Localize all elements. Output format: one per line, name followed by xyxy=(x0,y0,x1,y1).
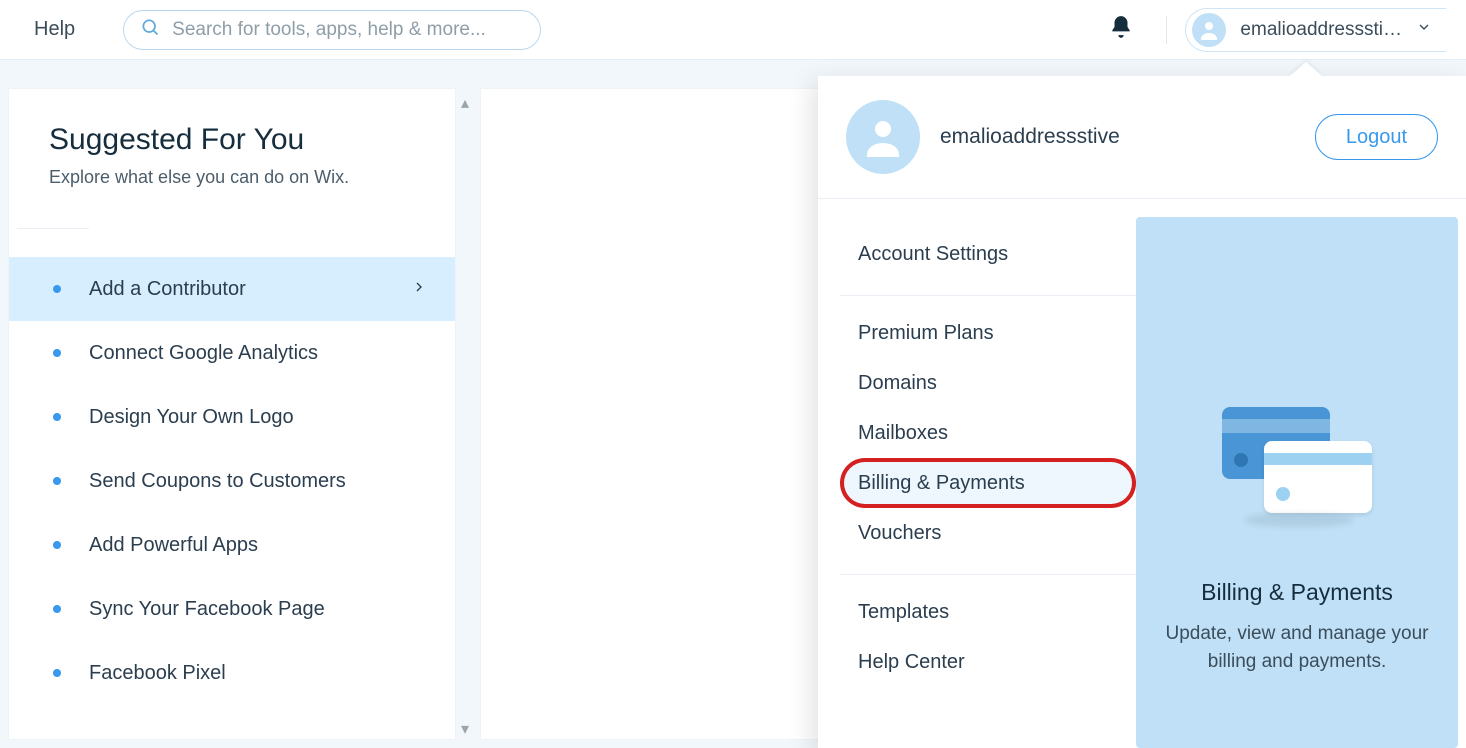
profile-username: emalioaddresssti… xyxy=(1240,19,1402,41)
search-icon xyxy=(140,17,160,42)
bullet-icon xyxy=(53,541,61,549)
menu-preview-panel: Billing & Payments Update, view and mana… xyxy=(1136,217,1458,748)
account-menu-item[interactable]: Account Settings xyxy=(840,229,1136,279)
suggestion-item[interactable]: Send Coupons to Customers xyxy=(9,449,455,513)
account-menu-item[interactable]: Help Center xyxy=(840,637,1136,687)
account-menu-item[interactable]: Mailboxes xyxy=(840,408,1136,458)
avatar-icon xyxy=(1192,13,1226,47)
preview-title: Billing & Payments xyxy=(1201,579,1393,606)
help-link[interactable]: Help xyxy=(34,18,75,41)
chevron-right-icon xyxy=(411,279,427,300)
profile-menu-trigger[interactable]: emalioaddresssti… xyxy=(1185,8,1446,52)
account-menu-item[interactable]: Vouchers xyxy=(840,508,1136,558)
suggestion-label: Facebook Pixel xyxy=(89,662,427,685)
popover-username: emalioaddressstive xyxy=(940,125,1295,149)
bullet-icon xyxy=(53,349,61,357)
suggestion-item[interactable]: Design Your Own Logo xyxy=(9,385,455,449)
topbar: Help emalioaddresssti… xyxy=(0,0,1466,60)
preview-description: Update, view and manage your billing and… xyxy=(1160,620,1434,675)
bullet-icon xyxy=(53,605,61,613)
account-menu-item[interactable]: Billing & Payments xyxy=(840,458,1136,508)
bullet-icon xyxy=(53,669,61,677)
chevron-down-icon xyxy=(1416,19,1432,40)
suggestion-label: Design Your Own Logo xyxy=(89,406,427,429)
avatar-icon xyxy=(846,100,920,174)
search-box[interactable] xyxy=(123,10,541,50)
suggestion-item[interactable]: Add a Contributor xyxy=(9,257,455,321)
suggestion-label: Add Powerful Apps xyxy=(89,534,427,557)
suggestion-label: Connect Google Analytics xyxy=(89,342,427,365)
suggestion-label: Add a Contributor xyxy=(89,278,383,301)
profile-popover: emalioaddressstive Logout Account Settin… xyxy=(818,76,1466,748)
account-menu-item[interactable]: Premium Plans xyxy=(840,308,1136,358)
account-menu-item[interactable]: Templates xyxy=(840,587,1136,637)
search-input[interactable] xyxy=(172,19,524,41)
suggestion-item[interactable]: Connect Google Analytics xyxy=(9,321,455,385)
notifications-icon[interactable] xyxy=(1108,14,1134,45)
bullet-icon xyxy=(53,413,61,421)
suggestion-item[interactable]: Facebook Pixel xyxy=(9,641,455,705)
account-menu-item[interactable]: Domains xyxy=(840,358,1136,408)
separator xyxy=(1166,16,1167,44)
suggestion-item[interactable]: Add Powerful Apps xyxy=(9,513,455,577)
bullet-icon xyxy=(53,477,61,485)
scroll-up-icon[interactable]: ▴ xyxy=(457,93,473,109)
divider xyxy=(17,228,89,229)
logout-button[interactable]: Logout xyxy=(1315,114,1438,160)
bullet-icon xyxy=(53,285,61,293)
suggestions-panel: ▴ ▾ Suggested For You Explore what else … xyxy=(8,88,456,740)
billing-cards-icon xyxy=(1222,407,1372,517)
suggestion-item[interactable]: Sync Your Facebook Page xyxy=(9,577,455,641)
suggestions-title: Suggested For You xyxy=(49,123,415,157)
scroll-down-icon[interactable]: ▾ xyxy=(457,719,473,735)
suggestion-label: Sync Your Facebook Page xyxy=(89,598,427,621)
suggestions-subtitle: Explore what else you can do on Wix. xyxy=(49,167,415,188)
suggestion-label: Send Coupons to Customers xyxy=(89,470,427,493)
